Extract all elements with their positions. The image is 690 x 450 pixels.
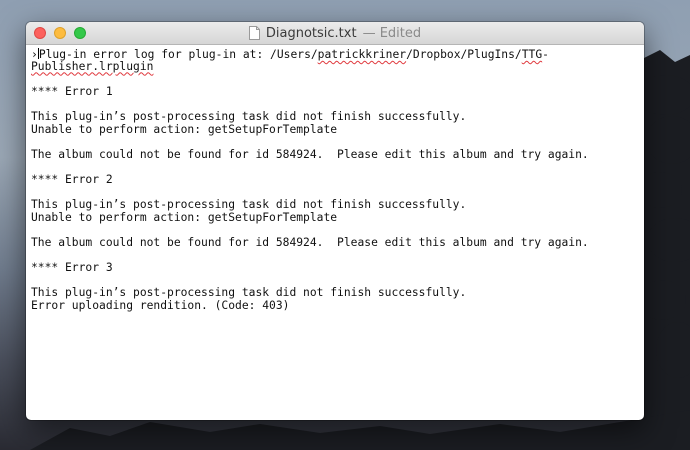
minimize-button[interactable] <box>54 27 66 39</box>
zoom-button[interactable] <box>74 27 86 39</box>
close-button[interactable] <box>34 27 46 39</box>
error-header: **** Error 3 <box>31 261 113 275</box>
error-message: This plug-in’s post-processing task did … <box>31 109 467 123</box>
edited-status: — Edited <box>362 25 422 41</box>
error-header: **** Error 2 <box>31 172 113 186</box>
misspelled-word[interactable]: TTG <box>522 48 542 61</box>
window-title-group: Diagnotsic.txt — Edited <box>248 25 422 41</box>
error-message: Unable to perform action: getSetupForTem… <box>31 210 338 224</box>
error-header: **** Error 1 <box>31 84 113 98</box>
text-editor[interactable]: ›Plug-in error log for plug-in at: /User… <box>26 45 644 312</box>
document-icon <box>248 26 260 40</box>
error-message: The album could not be found for id 5849… <box>31 235 589 249</box>
window-title: Diagnotsic.txt <box>265 25 357 41</box>
error-message: This plug-in’s post-processing task did … <box>31 198 467 212</box>
log-path-text: /Dropbox/PlugIns/ <box>406 48 522 61</box>
misspelled-word[interactable]: Publisher.lrplugin <box>31 60 153 73</box>
error-message: This plug-in’s post-processing task did … <box>31 286 467 300</box>
text-line: Publisher.lrplugin <box>31 60 639 74</box>
error-message: The album could not be found for id 5849… <box>31 147 589 161</box>
error-message: Error uploading rendition. (Code: 403) <box>31 298 290 312</box>
log-path-end: - <box>542 48 549 61</box>
textedit-window: Diagnotsic.txt — Edited ›Plug-in error l… <box>26 22 644 420</box>
title-bar[interactable]: Diagnotsic.txt — Edited <box>26 22 644 45</box>
error-message: Unable to perform action: getSetupForTem… <box>31 122 338 136</box>
misspelled-word[interactable]: patrickkriner <box>318 48 406 61</box>
window-controls <box>34 27 86 39</box>
